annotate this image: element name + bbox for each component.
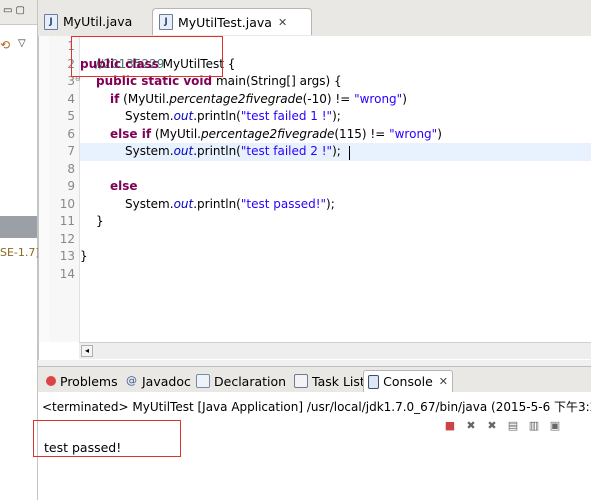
code-text: .println( xyxy=(193,144,241,158)
line-number: 12 xyxy=(59,231,75,246)
editor-tab-bar: J MyUtil.java J MyUtilTest.java ✕ xyxy=(38,0,591,37)
tab-problems[interactable]: Problems xyxy=(42,370,122,392)
keyword-token: else xyxy=(110,179,138,193)
code-text: ); xyxy=(332,144,341,158)
code-text: } xyxy=(96,214,104,228)
string-token: "test passed!" xyxy=(240,196,327,211)
line-number: 9 xyxy=(67,179,75,193)
string-token: "test failed 2 !" xyxy=(240,144,333,158)
text-caret xyxy=(349,146,350,160)
tab-label: Problems xyxy=(60,373,118,389)
line-number: 5 xyxy=(67,109,75,123)
code-line-13: } xyxy=(80,248,88,266)
annotation-bar xyxy=(39,36,49,342)
tasklist-icon xyxy=(294,374,308,388)
code-line-10: System.out.println("test passed!"); xyxy=(125,196,335,214)
code-text: } xyxy=(80,249,88,263)
code-text: .println( xyxy=(193,109,241,123)
close-icon[interactable]: ✕ xyxy=(439,375,448,388)
clear-console-icon[interactable]: ▤ xyxy=(506,419,520,433)
line-number: 8 xyxy=(67,161,75,176)
line-number: 14 xyxy=(59,266,75,281)
selected-tree-row[interactable] xyxy=(0,216,37,238)
code-text: ) xyxy=(437,126,442,141)
field-token: out xyxy=(173,196,194,211)
package-explorer-panel: ▭▢ ⟲ ▽ SE-1.7] xyxy=(0,0,40,360)
bottom-panel-tab-bar: Problems @ Javadoc Declaration Task List… xyxy=(38,366,591,394)
code-text: ); xyxy=(326,196,335,211)
field-token: out xyxy=(173,109,194,123)
code-line-11: } xyxy=(96,213,104,231)
tab-label: Javadoc xyxy=(142,373,191,389)
line-number: 11 xyxy=(59,214,75,228)
code-text: ); xyxy=(332,109,341,123)
tab-declaration[interactable]: Declaration xyxy=(192,370,290,392)
code-line-5: System.out.println("test failed 1 !"); xyxy=(125,108,341,126)
view-menu-icon[interactable]: ▽ xyxy=(18,38,26,49)
line-number: 7 xyxy=(67,144,75,158)
console-icon xyxy=(368,374,380,389)
code-text: .println( xyxy=(193,196,241,211)
keyword-token: if xyxy=(110,91,120,106)
code-line-4: if (MyUtil.percentage2fivegrade(-10) != … xyxy=(110,91,407,109)
code-text: System. xyxy=(125,109,174,123)
java-file-icon: J xyxy=(44,13,58,30)
problems-icon xyxy=(46,376,56,386)
scroll-left-icon[interactable]: ◂ xyxy=(81,345,93,357)
field-token: out xyxy=(173,144,194,158)
remove-all-terminated-icon[interactable]: ✖ xyxy=(485,419,499,433)
method-token: percentage2fivegrade xyxy=(169,91,303,106)
tab-label: MyUtilTest.java xyxy=(178,14,272,30)
package-explorer-toolbar: ▭▢ xyxy=(0,0,37,25)
keyword-token: else if xyxy=(110,126,152,141)
minimize-maximize-icon[interactable]: ▭▢ xyxy=(3,5,28,16)
console-description: <terminated> MyUtilTest [Java Applicatio… xyxy=(42,400,591,414)
line-number: 10 xyxy=(59,196,75,211)
code-text: (MyUtil. xyxy=(151,126,201,141)
tab-console[interactable]: Console ✕ xyxy=(363,370,453,392)
annotation-highlight-box xyxy=(33,420,181,457)
remove-launch-icon[interactable]: ✖ xyxy=(464,419,478,433)
line-number: 6 xyxy=(67,126,75,141)
tab-myutil-java[interactable]: J MyUtil.java xyxy=(38,8,150,35)
code-line-6: else if (MyUtil.percentage2fivegrade(115… xyxy=(110,126,442,144)
code-text: (115) != xyxy=(334,126,390,141)
code-text: System. xyxy=(125,144,174,158)
tab-label: Task List xyxy=(312,373,365,389)
string-token: "test failed 1 !" xyxy=(240,109,333,123)
code-text: ) xyxy=(402,91,407,106)
line-number: 4 xyxy=(67,91,75,106)
tab-task-list[interactable]: Task List xyxy=(290,370,369,392)
code-text: (MyUtil. xyxy=(119,91,170,106)
annotation-highlight-box xyxy=(71,36,223,77)
scroll-lock-icon[interactable]: ▥ xyxy=(527,419,541,433)
console-toolbar: ■ ✖ ✖ ▤ ▥ ▣ xyxy=(443,416,562,436)
pin-console-icon[interactable]: ▣ xyxy=(548,419,562,433)
line-number-gutter: 1 2 3 ⊖ 4 5 6 7 8 9 10 11 12 13 14 xyxy=(39,36,81,342)
close-icon[interactable]: ✕ xyxy=(278,16,287,29)
terminate-icon[interactable]: ■ xyxy=(443,419,457,433)
package-explorer-menu-row: ⟲ ▽ xyxy=(0,38,26,52)
declaration-icon xyxy=(196,374,210,388)
java-file-icon: J xyxy=(159,14,173,30)
code-line-7: System.out.println("test failed 2 !"); xyxy=(125,143,341,161)
tab-javadoc[interactable]: @ Javadoc xyxy=(122,370,195,392)
method-token: percentage2fivegrade xyxy=(200,126,335,141)
code-text: System. xyxy=(125,196,174,211)
code-text: main(String[] args) { xyxy=(212,74,342,88)
tab-myutiltest-java[interactable]: J MyUtilTest.java ✕ xyxy=(152,8,312,35)
horizontal-scrollbar[interactable]: ◂ xyxy=(79,342,591,359)
line-number: 13 xyxy=(59,249,75,263)
tab-label: MyUtil.java xyxy=(63,14,133,29)
code-text: (-10) != xyxy=(302,91,355,106)
string-token: "wrong" xyxy=(354,91,403,106)
collapse-icon[interactable]: ⟲ xyxy=(0,38,10,52)
string-token: "wrong" xyxy=(389,126,438,141)
javadoc-icon: @ xyxy=(126,374,137,387)
tab-label: Declaration xyxy=(214,373,287,389)
tab-label: Console xyxy=(383,374,433,389)
jre-library-label[interactable]: SE-1.7] xyxy=(0,246,40,259)
code-editor[interactable]: 1 2 3 ⊖ 4 5 6 7 8 9 10 11 12 13 14 //201… xyxy=(38,36,591,360)
code-line-9: else xyxy=(110,178,138,196)
